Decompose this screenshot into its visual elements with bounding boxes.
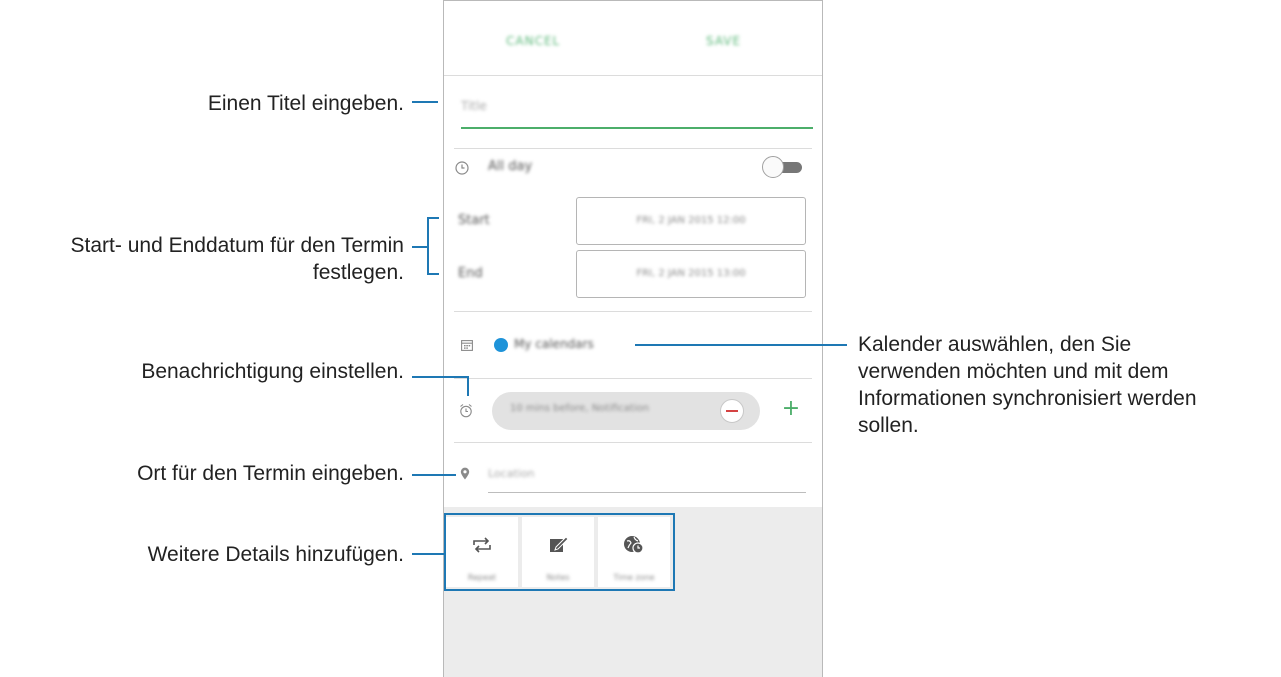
- callout-dates-line1: Start- und Enddatum für den Termin: [70, 234, 404, 257]
- add-reminder-button[interactable]: +: [780, 398, 802, 420]
- divider: [454, 378, 812, 379]
- title-placeholder: Title: [461, 99, 487, 113]
- start-date-value: FRI, 2 JAN 2015 12:00: [636, 215, 746, 226]
- location-input[interactable]: Location: [488, 459, 806, 493]
- cancel-button[interactable]: CANCEL: [506, 34, 560, 48]
- save-button[interactable]: SAVE: [706, 34, 741, 48]
- divider: [454, 148, 812, 149]
- divider: [454, 311, 812, 312]
- clock-icon: [455, 161, 469, 175]
- reminder-value: 10 mins before, Notification: [510, 403, 650, 414]
- bracket-line: [427, 273, 439, 275]
- phone-screen: CANCEL SAVE Title All day Start FRI, 2 J…: [443, 0, 823, 677]
- callout-calendar-line1: Kalender auswählen, den Sie: [858, 333, 1132, 356]
- end-date-value: FRI, 2 JAN 2015 13:00: [636, 268, 746, 279]
- title-input[interactable]: Title: [461, 91, 813, 129]
- callout-calendar-line4: sollen.: [858, 414, 919, 437]
- bracket-line: [427, 217, 429, 275]
- callout-dates-line2: festlegen.: [312, 261, 404, 284]
- action-bar: CANCEL SAVE: [444, 1, 822, 75]
- callout-details: Weitere Details hinzufügen.: [147, 543, 404, 566]
- end-date-field[interactable]: FRI, 2 JAN 2015 13:00: [576, 250, 806, 298]
- leader-line: [412, 101, 438, 103]
- callout-dates: Start- und Enddatum für den Termin festl…: [0, 232, 404, 286]
- calendar-color-dot: [494, 338, 508, 352]
- all-day-toggle[interactable]: [762, 155, 804, 179]
- divider: [444, 75, 822, 76]
- calendar-selector[interactable]: My calendars: [514, 337, 594, 351]
- leader-line: [412, 474, 456, 476]
- all-day-label: All day: [488, 159, 533, 174]
- remove-reminder-button[interactable]: [720, 399, 744, 423]
- start-date-field[interactable]: FRI, 2 JAN 2015 12:00: [576, 197, 806, 245]
- bracket-line: [427, 217, 439, 219]
- start-label: Start: [458, 213, 490, 228]
- leader-line: [412, 246, 428, 248]
- calendar-icon: [461, 340, 473, 351]
- alarm-icon: [460, 404, 472, 418]
- reminder-chip[interactable]: 10 mins before, Notification: [492, 392, 760, 430]
- leader-line: [412, 376, 469, 378]
- location-placeholder: Location: [488, 467, 535, 480]
- leader-line: [412, 553, 444, 555]
- callout-location: Ort für den Termin eingeben.: [137, 462, 404, 485]
- leader-line: [467, 376, 469, 396]
- callout-title: Einen Titel eingeben.: [207, 92, 404, 115]
- toggle-knob: [762, 156, 784, 178]
- callout-calendar: Kalender auswählen, den Sie verwenden mö…: [858, 331, 1278, 439]
- callout-notification: Benachrichtigung einstellen.: [141, 360, 404, 383]
- end-label: End: [458, 266, 483, 281]
- event-form: CANCEL SAVE Title All day Start FRI, 2 J…: [444, 0, 822, 507]
- divider: [454, 442, 812, 443]
- callout-calendar-line3: Informationen synchronisiert werden: [858, 387, 1197, 410]
- location-pin-icon: [460, 467, 470, 480]
- leader-line: [635, 344, 847, 346]
- details-highlight: [444, 513, 675, 591]
- callout-calendar-line2: verwenden möchten und mit dem: [858, 360, 1169, 383]
